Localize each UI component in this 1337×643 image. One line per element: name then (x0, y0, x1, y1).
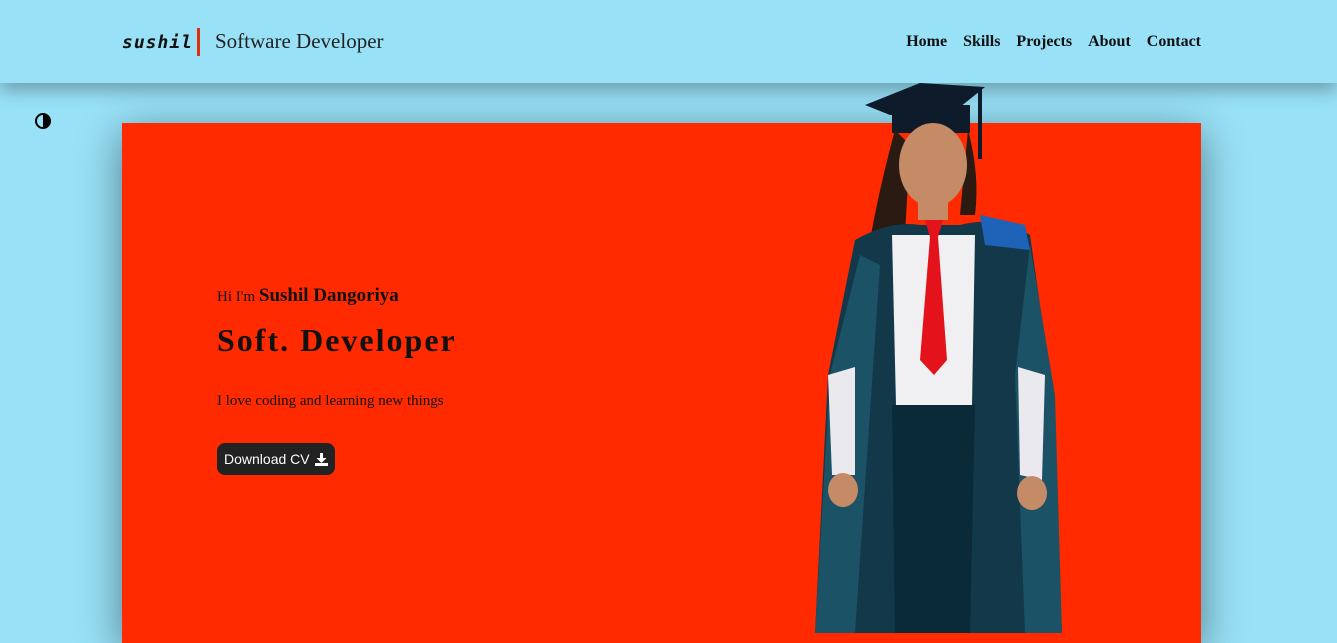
nav-about[interactable]: About (1088, 33, 1131, 51)
nav-home[interactable]: Home (906, 33, 947, 51)
download-icon (314, 452, 328, 466)
greeting-prefix: Hi I'm (217, 289, 259, 305)
logo[interactable]: sushil (122, 28, 201, 56)
download-cv-label: Download CV (224, 451, 310, 467)
theme-toggle-icon[interactable] (34, 112, 52, 130)
site-header: sushil Software Developer Home Skills Pr… (0, 0, 1337, 83)
nav-contact[interactable]: Contact (1147, 33, 1201, 51)
nav-skills[interactable]: Skills (963, 33, 1000, 51)
download-cv-button[interactable]: Download CV (217, 443, 335, 475)
hero-description: I love coding and learning new things (217, 393, 444, 409)
logo-text: sushil (122, 31, 194, 53)
hero-name: Sushil Dangoriya (258, 285, 399, 306)
nav-projects[interactable]: Projects (1016, 33, 1072, 51)
hero-greeting: Hi I'm Sushil Dangoriya (217, 285, 399, 307)
logo-accent-bar (197, 28, 201, 56)
portrait-photo (815, 83, 1062, 633)
header-tagline: Software Developer (215, 29, 384, 53)
main-nav: Home Skills Projects About Contact (906, 33, 1201, 51)
hero-role: Soft. Developer (217, 322, 457, 358)
